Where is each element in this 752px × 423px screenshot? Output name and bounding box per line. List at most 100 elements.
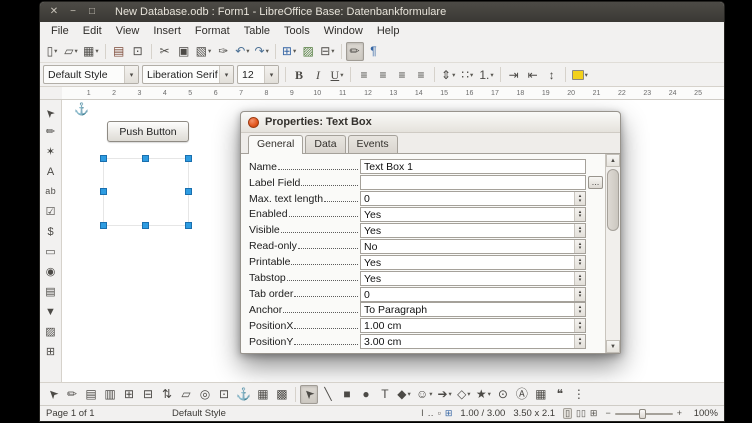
drawing-select-icon[interactable]: ➤	[300, 385, 318, 404]
align-center-icon[interactable]: ≡	[374, 65, 392, 84]
zoom-slider-thumb[interactable]	[639, 409, 646, 419]
dropdown-arrow-icon[interactable]: ▾	[266, 47, 269, 55]
dialog-title-bar[interactable]: Properties: Text Box	[241, 112, 620, 133]
change-anchor-icon[interactable]: ⚓	[234, 385, 253, 404]
dropdown-arrow-icon[interactable]: ▾	[54, 47, 57, 55]
design-mode-icon[interactable]: ✏	[63, 385, 81, 404]
dropdown-arrow-icon[interactable]: ▾	[219, 66, 233, 83]
zoom-slider[interactable]	[615, 413, 673, 415]
toolbar-overflow-icon[interactable]: ⋮	[570, 385, 588, 404]
selection-handle-bottom-right[interactable]	[185, 222, 192, 229]
design-mode-icon[interactable]: ✏	[42, 123, 60, 141]
snap-to-grid-icon[interactable]: ▩	[273, 385, 291, 404]
dropdown-arrow-icon[interactable]: ▾	[452, 71, 455, 79]
spin-down-icon[interactable]: ▾	[579, 230, 582, 235]
clone-formatting-icon[interactable]: ✑	[214, 42, 232, 61]
align-left-icon[interactable]: ≡	[355, 65, 373, 84]
control-wizards-icon[interactable]: ✶	[42, 143, 60, 161]
window-close-icon[interactable]: ✕	[48, 7, 60, 17]
object-size-text[interactable]: 3.50 x 2.1	[513, 408, 555, 419]
dropdown-arrow-icon[interactable]: ▾	[467, 390, 470, 398]
combo-box-icon[interactable]: ▼	[42, 303, 60, 321]
property-input[interactable]: Text Box 1	[360, 159, 586, 174]
menu-help[interactable]: Help	[370, 24, 407, 38]
view-book-icon[interactable]: ⊞	[590, 409, 598, 418]
spin-down-icon[interactable]: ▾	[579, 262, 582, 267]
dropdown-arrow-icon[interactable]: ▾	[490, 71, 493, 79]
select-icon[interactable]: ➤	[44, 385, 62, 404]
selection-handle-middle-left[interactable]	[100, 188, 107, 195]
numbering-icon[interactable]: 1. ▾	[477, 65, 495, 84]
dropdown-arrow-icon[interactable]: ▾	[293, 47, 296, 55]
undo-icon[interactable]: ↶ ▾	[233, 42, 251, 61]
stars-banners-icon[interactable]: ★ ▾	[474, 385, 493, 404]
spin-down-icon[interactable]: ▾	[579, 342, 582, 347]
spin-down-icon[interactable]: ▾	[579, 246, 582, 251]
dropdown-arrow-icon[interactable]: ▾	[340, 71, 343, 79]
property-input[interactable]: No ▴ ▾	[360, 239, 586, 254]
spinner-buttons[interactable]: ▴ ▾	[574, 272, 585, 285]
push-button-icon[interactable]: ▭	[42, 243, 60, 261]
property-input[interactable]: Yes ▴ ▾	[360, 271, 586, 286]
redo-icon[interactable]: ↷ ▾	[253, 42, 271, 61]
spinner-buttons[interactable]: ▴ ▾	[574, 240, 585, 253]
check-box-icon[interactable]: ☑	[42, 203, 60, 221]
menu-tools[interactable]: Tools	[277, 24, 317, 38]
object-position-icon[interactable]: ⊞	[445, 409, 453, 418]
spin-down-icon[interactable]: ▾	[579, 199, 582, 204]
edit-points-icon[interactable]: ⊙	[494, 385, 512, 404]
selection-handle-top-left[interactable]	[100, 155, 107, 162]
form-navigator-icon[interactable]: ⊞	[120, 385, 138, 404]
spinner-buttons[interactable]: ▴ ▾	[574, 224, 585, 237]
scroll-up-icon[interactable]: ▲	[606, 154, 620, 167]
insert-text-box-icon[interactable]: T	[376, 385, 394, 404]
text-box-icon[interactable]: ab	[42, 183, 60, 201]
highlighting-color-icon[interactable]: ▾	[570, 65, 590, 84]
dropdown-arrow-icon[interactable]: ▾	[407, 390, 410, 398]
dropdown-arrow-icon[interactable]: ▾	[429, 390, 432, 398]
menu-table[interactable]: Table	[237, 24, 277, 38]
tab-data[interactable]: Data	[305, 135, 345, 153]
selection-handle-top-right[interactable]	[185, 155, 192, 162]
automatic-control-focus-icon[interactable]: ◎	[196, 385, 214, 404]
formatting-marks-icon[interactable]: ¶	[365, 42, 383, 61]
zoom-percent[interactable]: 100%	[690, 408, 718, 419]
fontwork-icon[interactable]: Ⓐ	[513, 385, 531, 404]
scrollbar-track[interactable]	[606, 167, 620, 340]
activation-order-icon[interactable]: ⇅	[158, 385, 176, 404]
formatted-field-icon[interactable]: $	[42, 223, 60, 241]
line-spacing-icon[interactable]: ⇕ ▾	[439, 65, 457, 84]
spinner-buttons[interactable]: ▴ ▾	[574, 319, 585, 332]
rectangle-icon[interactable]: ■	[338, 385, 356, 404]
italic-icon[interactable]: I	[309, 65, 327, 84]
spin-down-icon[interactable]: ▾	[579, 310, 582, 315]
selection-handle-top-middle[interactable]	[142, 155, 149, 162]
copy-icon[interactable]: ▣	[175, 42, 193, 61]
menu-insert[interactable]: Insert	[146, 24, 188, 38]
spinner-buttons[interactable]: ▴ ▾	[574, 288, 585, 301]
dialog-scrollbar[interactable]: ▲ ▼	[605, 154, 620, 353]
option-button-icon[interactable]: ◉	[42, 263, 60, 281]
add-field-icon[interactable]: ⊟	[139, 385, 157, 404]
property-input[interactable]: 1.00 cm ▴ ▾	[360, 318, 586, 333]
paragraph-style-combobox[interactable]: Default Style ▾	[43, 65, 139, 84]
underline-icon[interactable]: U ▾	[328, 65, 346, 84]
insert-mode-icon[interactable]: Ι	[421, 409, 424, 418]
dropdown-arrow-icon[interactable]: ▾	[331, 47, 334, 55]
increase-indent-icon[interactable]: ⇥	[505, 65, 523, 84]
more-controls-icon[interactable]: ⊞	[42, 343, 60, 361]
spin-down-icon[interactable]: ▾	[579, 294, 582, 299]
browse-button[interactable]: …	[588, 176, 603, 189]
window-minimize-icon[interactable]: −	[67, 7, 79, 17]
list-box-icon[interactable]: ▤	[42, 283, 60, 301]
dropdown-arrow-icon[interactable]: ▾	[264, 66, 278, 83]
property-input[interactable]: 0 ▴ ▾	[360, 191, 586, 206]
spinner-buttons[interactable]: ▴ ▾	[574, 256, 585, 269]
view-multi-page-icon[interactable]: ▯▯	[576, 409, 586, 418]
scroll-down-icon[interactable]: ▼	[606, 340, 620, 353]
control-properties-icon[interactable]: ▤	[82, 385, 100, 404]
selection-mode-icon[interactable]: ‥	[428, 409, 434, 418]
menu-format[interactable]: Format	[188, 24, 237, 38]
bold-icon[interactable]: B	[290, 65, 308, 84]
decrease-indent-icon[interactable]: ⇤	[524, 65, 542, 84]
